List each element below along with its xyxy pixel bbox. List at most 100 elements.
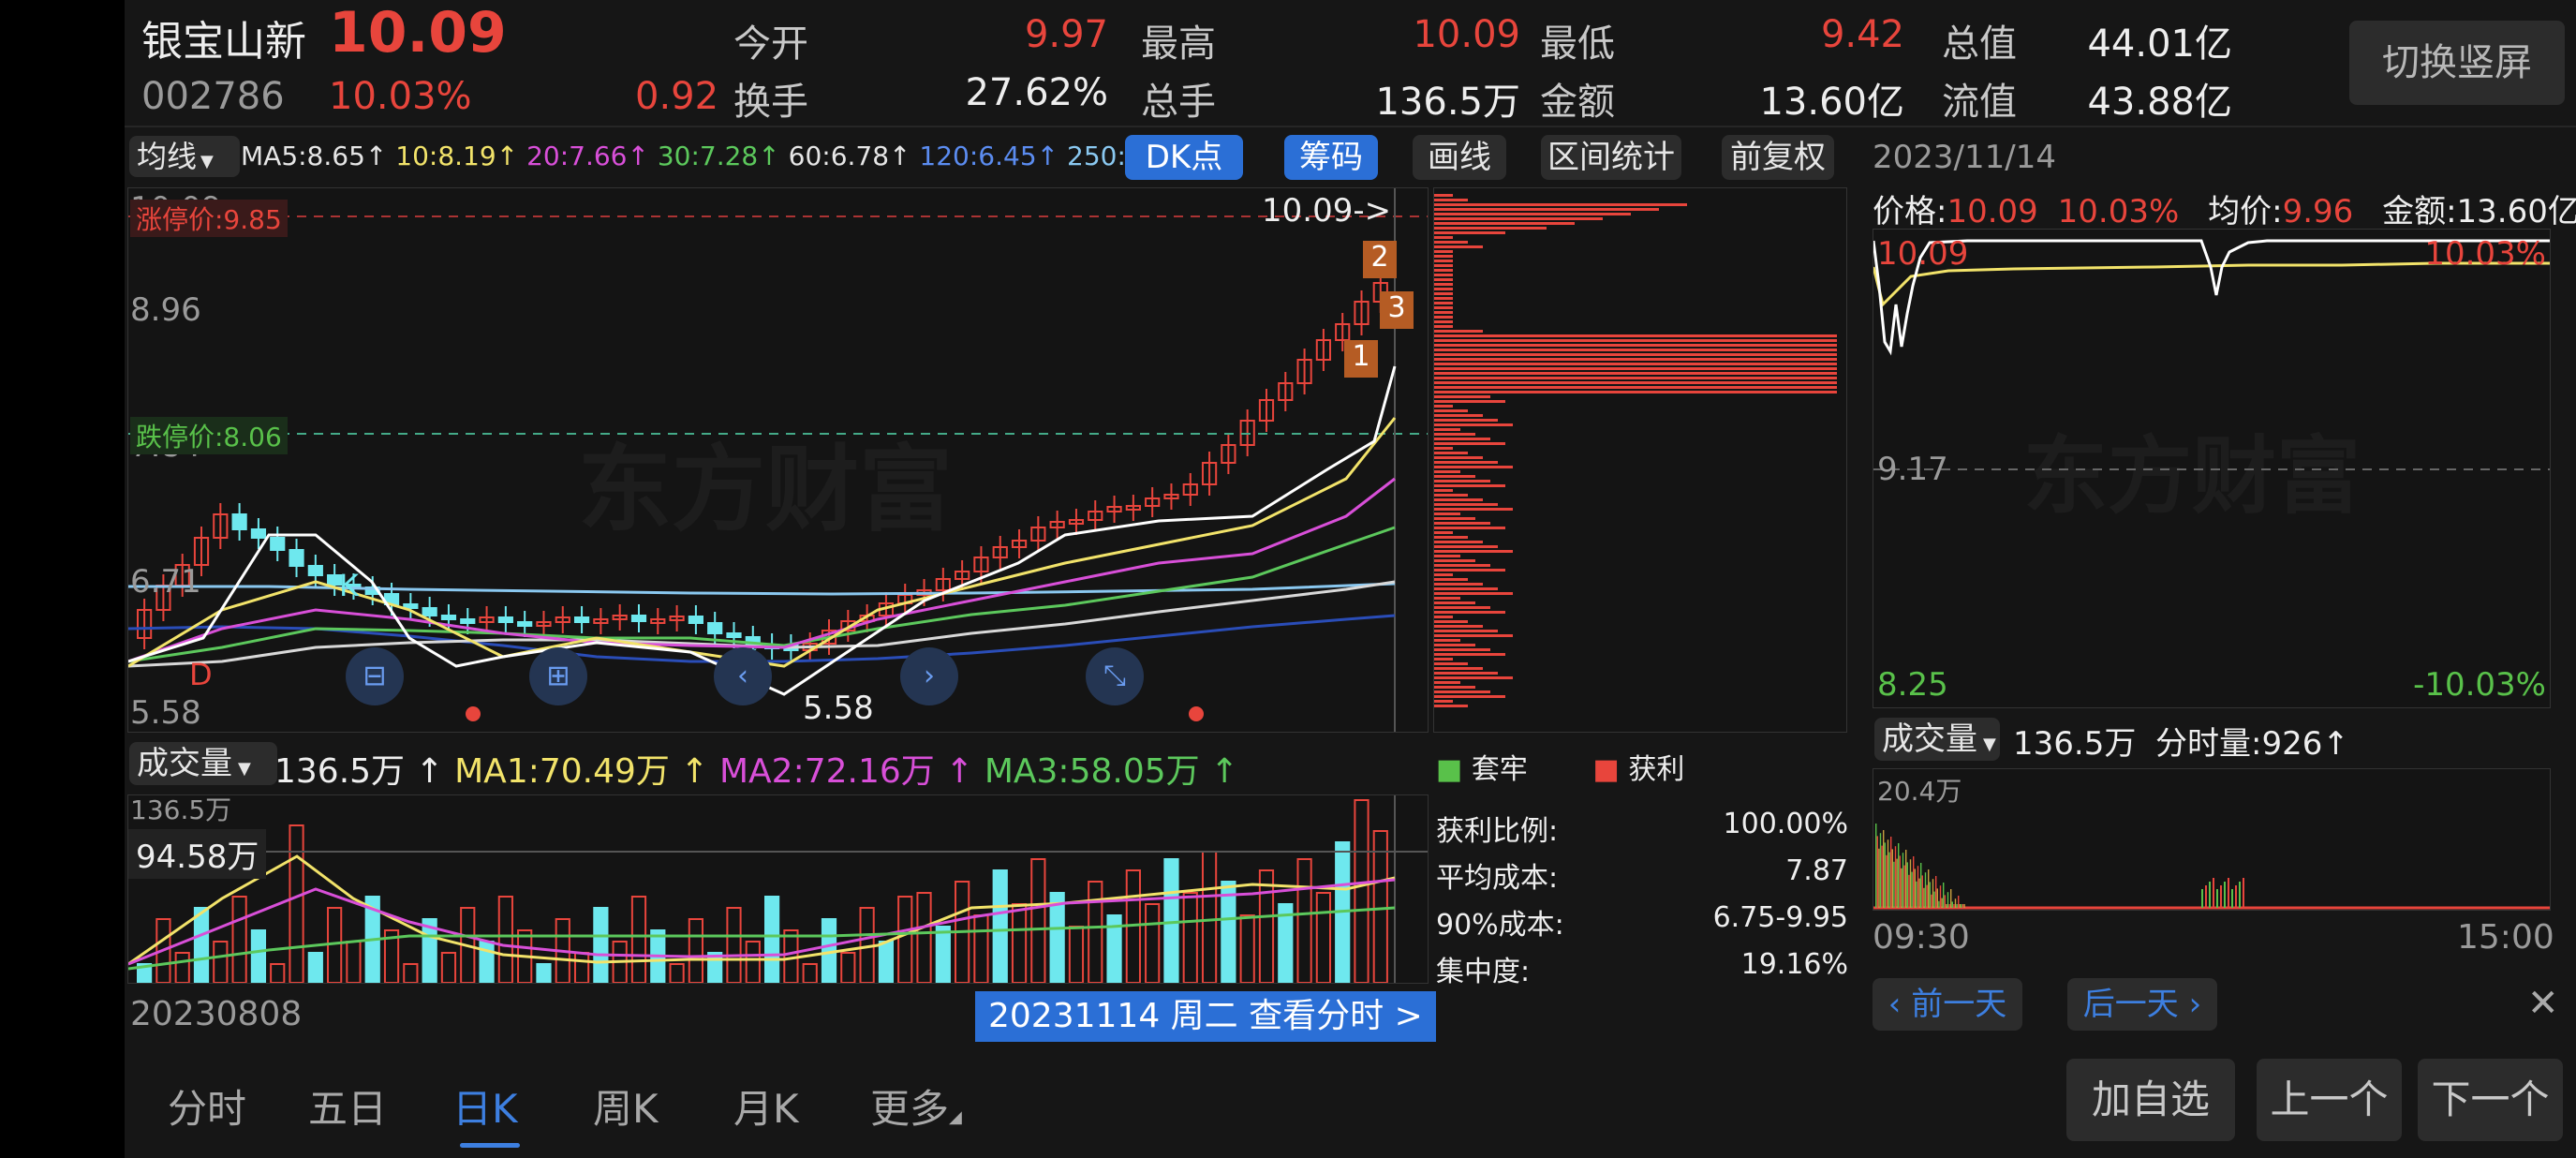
close-icon[interactable]: ✕ (2527, 982, 2559, 1025)
intraday-vol-bar (1901, 868, 1902, 908)
low-price-marker: 5.58 (803, 690, 874, 727)
chip-bar (1434, 269, 1453, 272)
chip-bar (1434, 194, 1453, 197)
add-watchlist-button[interactable]: 加自选 (2066, 1059, 2235, 1141)
chip-bar (1434, 620, 1468, 623)
chip-legend: ■ 套牢 ■ 获利 (1436, 746, 1684, 787)
chip-bar (1434, 414, 1483, 417)
intraday-vol-bar (1908, 874, 1910, 908)
volume-bar (840, 952, 856, 983)
candle (460, 618, 476, 624)
collapse-icon[interactable]: ⤡ (1086, 647, 1144, 705)
volume-bar (878, 941, 895, 983)
intraday-vol-bar (2205, 885, 2207, 908)
intraday-vol-value: 136.5万 (2013, 725, 2137, 763)
range-stats-button[interactable]: 区间统计 (1541, 135, 1681, 180)
volume-bar (289, 824, 304, 983)
volume-bar (973, 914, 989, 983)
arrow-up-icon: ↑ (1036, 141, 1059, 171)
chevron-right-icon[interactable]: › (900, 647, 958, 705)
chip-bar (1434, 405, 1453, 408)
intraday-vol-bar (1926, 884, 1928, 908)
next-day-button[interactable]: 后一天 › (2067, 978, 2217, 1031)
chip-bar (1434, 578, 1468, 581)
chip-bar (1434, 527, 1505, 529)
intraday-vol-bar (1917, 866, 1919, 908)
chip-bar (1434, 292, 1453, 295)
chip-bar (1434, 306, 1453, 309)
volume-bar (193, 907, 210, 983)
prev-day-label: 前一天 (1911, 986, 2007, 1023)
intraday-vol-bar (1899, 855, 1901, 908)
intraday-volume-selector[interactable]: 成交量 ▼ (1874, 718, 2000, 761)
prev-day-button[interactable]: ‹ 前一天 (1873, 978, 2022, 1031)
ma30-value: 30:7.28 (657, 141, 759, 171)
intraday-vol-bar (1906, 862, 1908, 908)
tab-monthly[interactable]: 月K (733, 1077, 799, 1135)
dropdown-icon: ▼ (238, 759, 251, 779)
volume-selector[interactable]: 成交量 ▼ (129, 742, 277, 785)
chip-bar (1434, 625, 1483, 628)
intraday-vol-bar (1959, 904, 1961, 908)
volume-chart[interactable]: 136.5万 94.58万 (127, 794, 1429, 984)
tab-daily[interactable]: 日K (452, 1077, 518, 1135)
dk-point-button[interactable]: DK点 (1125, 135, 1243, 180)
intraday-price: 10.09 (1947, 193, 2038, 230)
price-label-2: 8.96 (130, 291, 201, 329)
volume-bar (1296, 858, 1312, 983)
switch-portrait-button[interactable]: 切换竖屏 (2349, 21, 2565, 105)
volume-bar (440, 952, 457, 983)
signal-badge-3: 3 (1380, 291, 1414, 329)
intraday-vol-bar (1909, 859, 1912, 908)
intraday-chart[interactable]: 东方财富 10.09 10.03% 9.17 8.25 -10.03% (1873, 229, 2551, 708)
volume-bar (1315, 892, 1331, 983)
volume-bar (1201, 851, 1218, 983)
chip-distribution[interactable] (1433, 187, 1847, 733)
tab-more[interactable]: 更多◢ (870, 1077, 962, 1135)
stock-price: 10.09 (329, 0, 507, 66)
legend-square-icon: ■ (1592, 753, 1620, 786)
price-label-4: 6.71 (130, 563, 201, 601)
tab-intraday[interactable]: 分时 (168, 1077, 246, 1135)
chip-bar (1434, 438, 1490, 440)
reset-icon[interactable]: ⊟ (346, 647, 404, 705)
draw-line-button[interactable]: 画线 (1413, 135, 1506, 180)
chip-button[interactable]: 筹码 (1284, 135, 1378, 180)
ma-selector[interactable]: 均线 ▼ (129, 136, 240, 177)
chevron-left-icon: ‹ (1888, 986, 1912, 1023)
chip-bar (1434, 297, 1453, 300)
intraday-vol-scale: 20.4万 (1877, 776, 1962, 807)
intraday-vol-bar (1956, 904, 1958, 908)
chip-bar (1434, 480, 1490, 482)
intraday-vol-bar (1898, 843, 1900, 908)
chip-bar (1434, 222, 1575, 225)
intraday-svg (1873, 239, 2550, 470)
next-stock-button[interactable]: 下一个 (2418, 1059, 2563, 1141)
chip-bar (1434, 630, 1498, 632)
intraday-volume-chart[interactable]: 20.4万 (1873, 768, 2551, 911)
arrow-up-icon: ↑ (1199, 752, 1239, 791)
zoom-in-icon[interactable]: ⊞ (529, 647, 587, 705)
arrow-up-icon: ↑ (758, 141, 780, 171)
chip-bar (1434, 231, 1505, 234)
candle (422, 607, 437, 616)
intraday-vol-bar (1903, 865, 1905, 908)
candle (440, 615, 457, 620)
chevron-left-icon[interactable]: ‹ (714, 647, 772, 705)
chip-bar (1434, 648, 1490, 651)
volume-bar (1372, 830, 1388, 983)
intraday-mid: 9.17 (1877, 451, 1948, 488)
previous-stock-button[interactable]: 上一个 (2257, 1059, 2402, 1141)
intraday-date: 2023/11/14 (1873, 139, 2056, 176)
view-intraday-button[interactable]: 20231114 周二 查看分时 > (975, 991, 1436, 1042)
tab-weekly[interactable]: 周K (593, 1077, 659, 1135)
tab-five-day[interactable]: 五日 (308, 1077, 387, 1135)
kline-chart[interactable]: 东方财富 10.09 8.96 7.84 6.71 5.58 涨停价:9.85 … (127, 187, 1429, 733)
intraday-vol-bar (2220, 885, 2222, 908)
adjust-button[interactable]: 前复权 (1722, 135, 1834, 180)
chip-bar (1434, 503, 1498, 506)
tab-more-label: 更多 (870, 1086, 950, 1132)
chip-bar (1434, 250, 1453, 253)
intraday-vol-bar (1920, 863, 1922, 908)
intraday-vol-bar (1918, 878, 1920, 908)
